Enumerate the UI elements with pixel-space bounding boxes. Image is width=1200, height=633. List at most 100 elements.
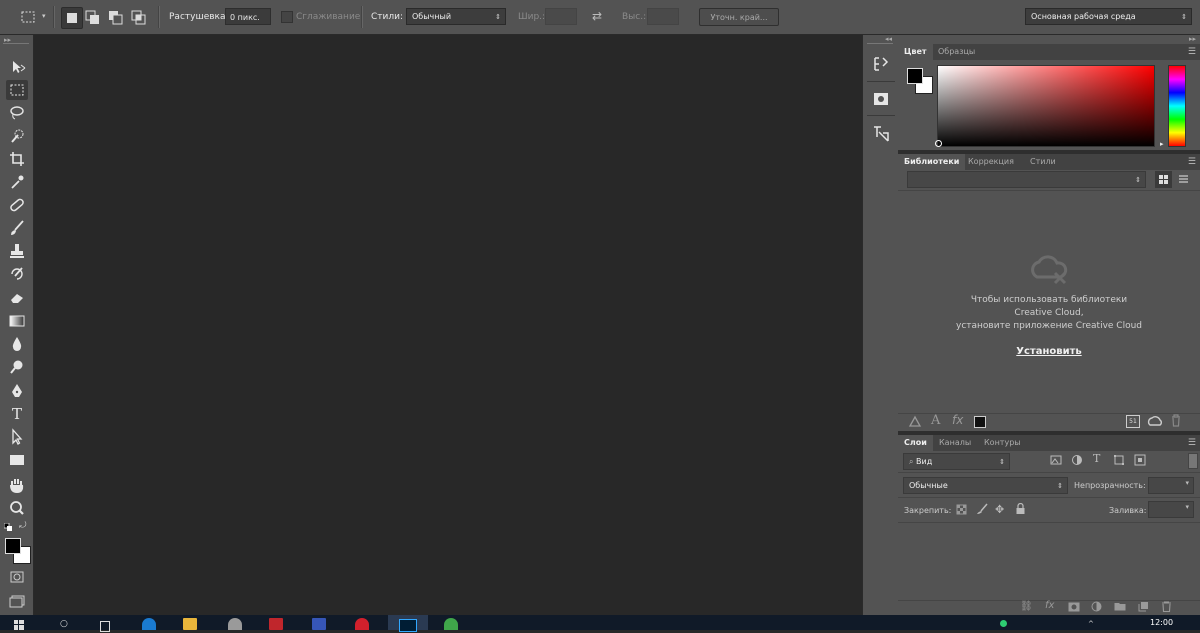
opera-icon[interactable] [355, 618, 369, 630]
filter-shape-icon[interactable] [1113, 454, 1125, 469]
add-mask-icon[interactable] [1068, 602, 1080, 615]
history-panel-icon[interactable] [869, 53, 893, 75]
tab-paths[interactable]: Контуры [978, 435, 1027, 451]
properties-panel-icon[interactable] [869, 88, 893, 110]
tab-swatches[interactable]: Образцы [932, 44, 981, 60]
color-picker-marker[interactable] [935, 140, 942, 147]
start-icon[interactable] [14, 620, 24, 630]
tab-libraries[interactable]: Библиотеки [898, 154, 966, 170]
collapse-arrows-icon[interactable]: ◂◂ [885, 35, 892, 43]
gradient-tool-icon[interactable] [6, 311, 28, 331]
tray-status-icon[interactable] [1000, 620, 1007, 627]
workspace-select[interactable]: Основная рабочая среда ⇕ [1025, 8, 1192, 25]
color-field[interactable] [937, 65, 1155, 147]
layer-style-icon[interactable]: fx [1045, 600, 1054, 611]
filter-pixel-icon[interactable] [1050, 454, 1062, 469]
opacity-input[interactable]: ▾ [1148, 477, 1194, 494]
install-link[interactable]: Установить [898, 346, 1200, 357]
adjustment-layer-icon[interactable] [1091, 601, 1102, 615]
screen-mode-icon[interactable] [6, 590, 28, 610]
taskbar-active-app[interactable] [388, 615, 428, 632]
layer-filter-select[interactable]: ⌕ Вид ⇕ [903, 453, 1010, 470]
path-selection-tool-icon[interactable] [6, 427, 28, 447]
blur-tool-icon[interactable] [6, 334, 28, 354]
chevron-down-icon[interactable]: ▾ [1185, 479, 1189, 487]
link-layers-icon[interactable]: ⛓ [1020, 601, 1033, 612]
color-fg-swatch[interactable] [907, 68, 923, 84]
add-style-icon[interactable]: fx [952, 413, 963, 427]
new-group-icon[interactable] [1114, 601, 1126, 614]
app-icon-red[interactable] [269, 618, 283, 630]
antialias-checkbox[interactable] [281, 11, 293, 23]
grip[interactable] [867, 43, 893, 44]
rect-marquee-tool-icon[interactable] [6, 80, 28, 100]
lock-transparent-icon[interactable] [956, 504, 967, 518]
lock-image-icon[interactable] [976, 503, 988, 518]
grip[interactable] [3, 43, 29, 44]
quick-mask-icon[interactable] [6, 567, 28, 587]
intersect-selection-button[interactable] [129, 7, 149, 27]
crop-tool-icon[interactable] [6, 149, 28, 169]
sync-cloud-icon[interactable] [1147, 415, 1163, 430]
clock[interactable]: 12:00 [1150, 618, 1173, 627]
tray-arrow-icon[interactable]: ^ [1088, 620, 1094, 628]
add-to-selection-button[interactable] [83, 7, 103, 27]
width-input[interactable] [545, 8, 577, 25]
store-icon[interactable] [228, 618, 242, 630]
dodge-tool-icon[interactable] [6, 357, 28, 377]
feather-input[interactable]: 0 пикс. [225, 8, 271, 25]
filter-type-icon[interactable]: T [1093, 452, 1100, 465]
quick-selection-tool-icon[interactable] [6, 126, 28, 146]
marquee-preset-icon[interactable] [18, 7, 38, 27]
pen-tool-icon[interactable] [6, 381, 28, 401]
chevron-down-icon[interactable]: ▾ [1185, 503, 1189, 511]
foreground-color-swatch[interactable] [5, 538, 21, 554]
layers-list[interactable] [898, 522, 1200, 601]
tab-layers[interactable]: Слои [898, 435, 933, 451]
add-text-icon[interactable]: A [931, 413, 940, 428]
list-view-icon[interactable] [1175, 171, 1192, 188]
height-input[interactable] [647, 8, 679, 25]
clone-stamp-tool-icon[interactable] [6, 241, 28, 261]
add-color-icon[interactable] [974, 416, 986, 428]
rectangle-tool-icon[interactable] [6, 450, 28, 470]
lasso-tool-icon[interactable] [6, 103, 28, 123]
chevron-down-icon[interactable]: ▾ [42, 12, 46, 20]
new-layer-icon[interactable] [1138, 601, 1149, 615]
fill-input[interactable]: ▾ [1148, 501, 1194, 518]
panel-menu-icon[interactable]: ☰ [1188, 47, 1196, 57]
zoom-tool-icon[interactable] [6, 498, 28, 518]
task-view-icon[interactable] [100, 621, 110, 632]
filter-adjustment-icon[interactable] [1071, 454, 1083, 469]
swap-icon[interactable]: ⇄ [592, 9, 602, 23]
hue-slider-handle[interactable]: ▸ [1160, 140, 1164, 148]
edge-browser-icon[interactable] [142, 618, 156, 630]
new-selection-button[interactable] [61, 7, 83, 29]
app-icon-blue[interactable] [312, 618, 326, 630]
hand-tool-icon[interactable] [6, 475, 28, 495]
library-select[interactable]: ⇕ [907, 171, 1146, 188]
document-canvas-area[interactable] [34, 35, 862, 615]
lock-position-icon[interactable]: ✥ [995, 503, 1004, 516]
tab-channels[interactable]: Каналы [933, 435, 977, 451]
eraser-tool-icon[interactable] [6, 287, 28, 307]
move-tool-icon[interactable] [6, 57, 28, 77]
tab-adjustments[interactable]: Коррекция [962, 154, 1020, 170]
blend-mode-select[interactable]: Обычные ⇕ [903, 477, 1068, 494]
type-tool-icon[interactable]: T [6, 404, 28, 424]
search-icon[interactable]: ○ [60, 619, 68, 629]
history-brush-tool-icon[interactable] [6, 264, 28, 284]
refine-edge-button[interactable]: Уточн. край... [699, 8, 779, 26]
app-icon-green[interactable] [444, 618, 458, 630]
healing-brush-tool-icon[interactable] [6, 195, 28, 215]
file-explorer-icon[interactable] [183, 618, 197, 630]
delete-layer-icon[interactable] [1161, 601, 1172, 615]
default-colors-icon[interactable] [3, 522, 12, 531]
filter-toggle-switch[interactable] [1188, 453, 1198, 469]
lock-all-icon[interactable] [1015, 502, 1026, 518]
hue-slider[interactable] [1168, 65, 1186, 147]
tab-color[interactable]: Цвет [898, 44, 933, 60]
filter-smart-object-icon[interactable] [1134, 454, 1146, 469]
grid-view-icon[interactable] [1155, 171, 1172, 188]
trash-icon[interactable] [1170, 414, 1182, 430]
